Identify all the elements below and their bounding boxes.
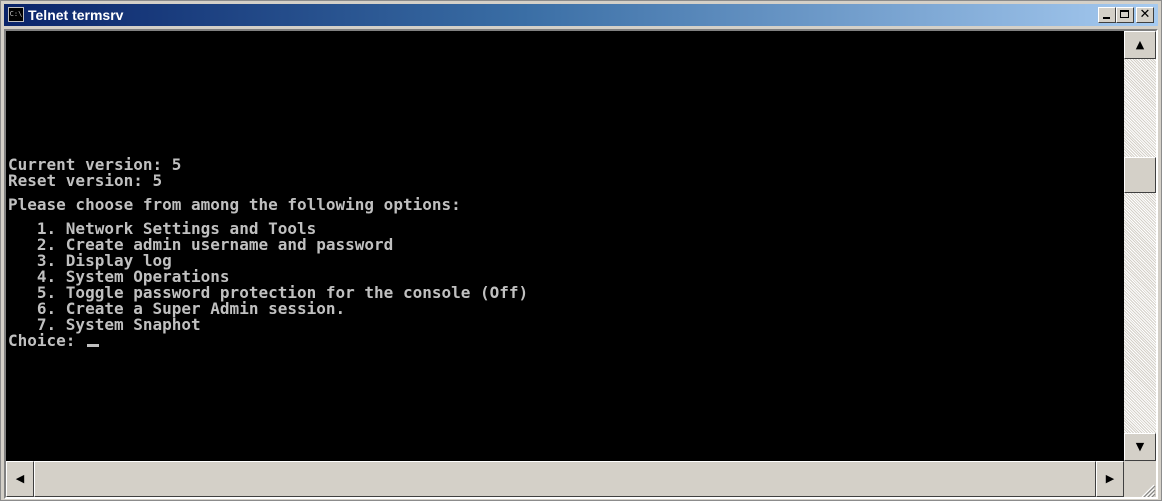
console-prompt-line[interactable]: Choice:	[8, 333, 528, 349]
console-line: Reset version: 5	[8, 171, 163, 190]
vertical-scroll-thumb[interactable]	[1124, 157, 1156, 193]
vertical-scrollbar[interactable]: ▲ ▼	[1124, 31, 1156, 461]
console-line: Please choose from among the following o…	[8, 195, 461, 214]
maximize-button[interactable]	[1116, 7, 1134, 23]
horizontal-scroll-thumb[interactable]	[34, 461, 1096, 497]
resize-grip-icon	[1141, 484, 1156, 499]
text-cursor	[87, 344, 100, 347]
telnet-window: C:\ Telnet termsrv ✕ Current version: 5R…	[0, 0, 1162, 501]
window-title: Telnet termsrv	[28, 7, 124, 23]
arrow-left-icon: ◀	[15, 472, 25, 485]
arrow-up-icon: ▲	[1135, 38, 1145, 51]
scroll-left-button[interactable]: ◀	[6, 461, 34, 497]
console-output[interactable]: Current version: 5 Reset version: 5 Please…	[6, 31, 1124, 461]
console-icon[interactable]: C:\	[8, 7, 24, 22]
scroll-up-button[interactable]: ▲	[1124, 31, 1156, 59]
horizontal-scrollbar[interactable]: ◀ ▶	[6, 461, 1124, 497]
minimize-button[interactable]	[1098, 7, 1116, 23]
console-client-area: Current version: 5 Reset version: 5 Please…	[4, 29, 1158, 499]
close-icon: ✕	[1139, 7, 1151, 22]
title-bar[interactable]: C:\ Telnet termsrv ✕	[4, 4, 1158, 26]
console-text: Current version: 5 Reset version: 5 Please…	[8, 157, 528, 349]
console-line: 7. System Snaphot	[8, 315, 201, 334]
maximize-icon	[1117, 8, 1133, 22]
arrow-right-icon: ▶	[1105, 472, 1115, 485]
console-prompt: Choice:	[8, 331, 86, 350]
close-button[interactable]: ✕	[1136, 7, 1154, 23]
scroll-right-button[interactable]: ▶	[1096, 461, 1124, 497]
resize-grip[interactable]	[1124, 461, 1156, 499]
scroll-down-button[interactable]: ▼	[1124, 433, 1156, 461]
minimize-icon	[1099, 8, 1115, 22]
arrow-down-icon: ▼	[1135, 440, 1145, 453]
